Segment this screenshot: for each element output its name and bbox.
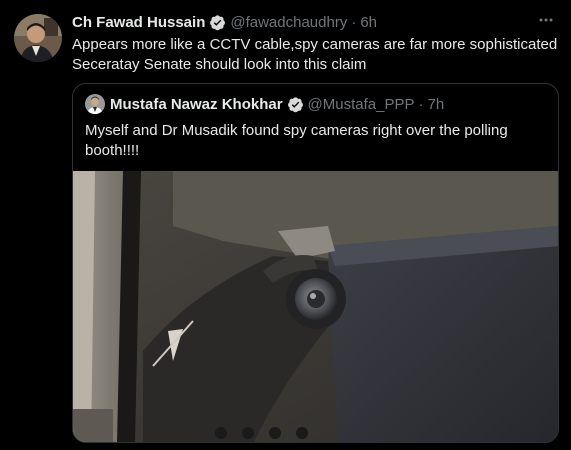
tweet-text-line: Appears more like a CCTV cable,spy camer… bbox=[72, 36, 558, 53]
quoted-tweet-text-line: Myself and Dr Musadik found spy cameras … bbox=[85, 122, 508, 139]
tweet-header: Ch Fawad Hussain @fawadchaudhry · 6h bbox=[72, 12, 377, 32]
quoted-tweet-photo[interactable] bbox=[73, 171, 558, 442]
tweet-timestamp[interactable]: 6h bbox=[360, 14, 377, 31]
tweet[interactable]: Ch Fawad Hussain @fawadchaudhry · 6h App… bbox=[0, 0, 571, 450]
separator-dot: · bbox=[418, 95, 424, 113]
tweet-text-line: Seceratay Senate should look into this c… bbox=[72, 55, 367, 73]
quoted-tweet-header: Mustafa Nawaz Khokhar @Mustafa_PPP · 7h bbox=[85, 94, 444, 114]
author-handle[interactable]: @fawadchaudhry bbox=[230, 14, 347, 31]
separator-dot: · bbox=[351, 13, 357, 31]
quoted-tweet-timestamp[interactable]: 7h bbox=[428, 96, 445, 113]
quoted-author-display-name[interactable]: Mustafa Nawaz Khokhar bbox=[110, 96, 283, 113]
quoted-author-handle[interactable]: @Mustafa_PPP bbox=[308, 96, 415, 113]
quoted-tweet-text: Myself and Dr Musadik found spy cameras … bbox=[85, 121, 545, 160]
more-horizontal-icon[interactable] bbox=[535, 9, 557, 31]
tweet-text: Appears more like a CCTV cable,spy camer… bbox=[72, 35, 560, 74]
verified-badge-icon bbox=[209, 14, 226, 31]
author-avatar[interactable] bbox=[14, 14, 62, 62]
author-display-name[interactable]: Ch Fawad Hussain bbox=[72, 14, 205, 31]
verified-badge-icon bbox=[287, 96, 304, 113]
quoted-tweet[interactable]: Mustafa Nawaz Khokhar @Mustafa_PPP · 7h … bbox=[72, 83, 559, 443]
quoted-tweet-text-line: booth!!!! bbox=[85, 141, 140, 159]
quoted-author-avatar[interactable] bbox=[85, 94, 105, 114]
